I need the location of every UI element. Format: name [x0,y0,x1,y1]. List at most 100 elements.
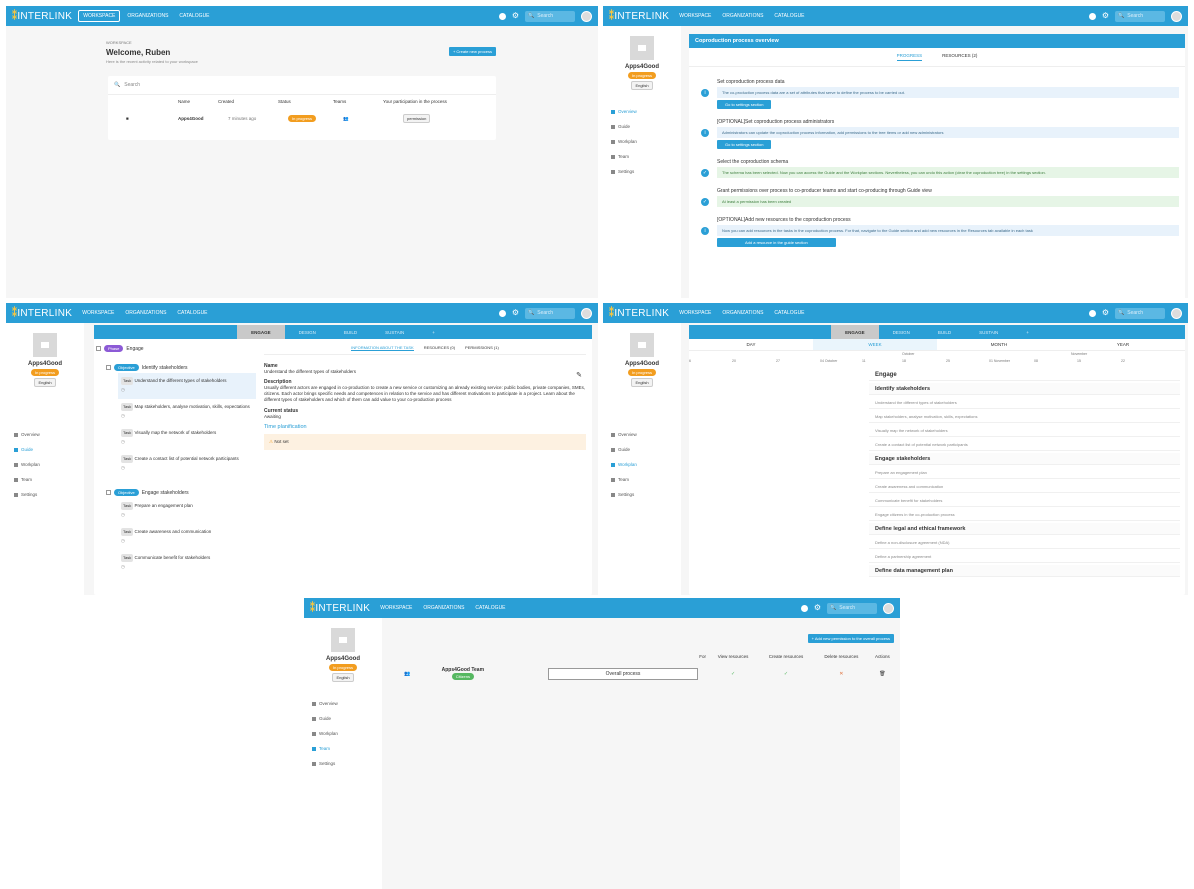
gantt-row[interactable]: Define data management plan [869,565,1180,577]
tab-progress[interactable]: PROGRESS [896,53,923,61]
sidebar-item-settings[interactable]: Settings [603,164,681,179]
nav-catalogue[interactable]: CATALOGUE [770,308,808,318]
app-logo[interactable]: ⁑INTERLINK [12,308,72,319]
nav-workspace[interactable]: WORKSPACE [376,603,416,613]
tab-add[interactable]: + [418,325,449,339]
sidebar-item-settings[interactable]: Settings [6,487,84,502]
collapse-icon[interactable] [106,490,111,495]
gantt-row[interactable]: Create awareness and communication [869,481,1180,493]
tab-design[interactable]: DESIGN [285,325,330,339]
sidebar-item-guide[interactable]: Guide [603,442,681,457]
tree-task[interactable]: Task Map stakeholders, analyse motivatio… [118,399,256,425]
sidebar-item-settings[interactable]: Settings [304,756,382,771]
collapse-icon[interactable] [106,365,111,370]
tab-design[interactable]: DESIGN [879,325,924,339]
sidebar-item-workplan[interactable]: Workplan [304,726,382,741]
sidebar-item-overview[interactable]: Overview [6,427,84,442]
search-input[interactable]: 🔍 Search [525,307,575,319]
tab-task-permissions[interactable]: PERMISSIONS (1) [465,345,499,351]
app-logo[interactable]: ⁑INTERLINK [609,11,669,22]
sidebar-item-team[interactable]: Team [603,472,681,487]
delete-icon[interactable]: 🗑 [869,663,896,684]
sidebar-item-team[interactable]: Team [6,472,84,487]
gantt-row[interactable]: Engage citizens in the co-production pro… [869,509,1180,521]
tab-task-resources[interactable]: RESOURCES (0) [424,345,455,351]
tree-task[interactable]: Task Create awareness and communication ◷ [118,524,256,550]
step-action-button[interactable]: Go to settings section [717,100,772,109]
search-input[interactable]: 🔍 Search [1115,10,1165,22]
nav-organizations[interactable]: ORGANIZATIONS [718,308,767,318]
tree-task[interactable]: Task Communicate benefit for stakeholder… [118,550,256,576]
for-field[interactable]: Overall process [548,667,698,680]
table-row[interactable]: 👥 Apps4Good Team Citizens Overall proces… [388,663,896,684]
gear-icon[interactable]: ⚙ [512,309,519,317]
step-action-button[interactable]: Go to settings section [717,140,772,149]
help-icon[interactable] [1088,309,1096,317]
nav-organizations[interactable]: ORGANIZATIONS [123,11,172,21]
tab-sustain[interactable]: SUSTAIN [965,325,1012,339]
sidebar-item-overview[interactable]: Overview [603,427,681,442]
tree-objective[interactable]: Objective Engage stakeholders [106,489,256,496]
sidebar-item-workplan[interactable]: Workplan [603,134,681,149]
create-process-button[interactable]: + Create new process [448,47,496,56]
nav-catalogue[interactable]: CATALOGUE [173,308,211,318]
gantt-row[interactable]: Visually map the network of stakeholders [869,425,1180,437]
gear-icon[interactable]: ⚙ [1102,309,1109,317]
sidebar-item-overview[interactable]: Overview [304,696,382,711]
nav-catalogue[interactable]: CATALOGUE [770,11,808,21]
gantt-row[interactable]: Create a contact list of potential netwo… [869,439,1180,451]
gear-icon[interactable]: ⚙ [814,604,821,612]
sidebar-item-team[interactable]: Team [603,149,681,164]
tree-task[interactable]: Task Prepare an engagement plan ◷ [118,498,256,524]
nav-workspace[interactable]: WORKSPACE [675,11,715,21]
table-search[interactable]: 🔍 Search [108,76,496,95]
tree-task[interactable]: Task Understand the different types of s… [118,373,256,399]
avatar[interactable] [581,10,592,22]
collapse-icon[interactable] [96,346,101,351]
sidebar-item-guide[interactable]: Guide [304,711,382,726]
help-icon[interactable] [1088,12,1096,20]
tab-add[interactable]: + [1012,325,1043,339]
scale-week[interactable]: WEEK [813,339,937,350]
step-action-button[interactable]: Add a resource in the guide section [717,238,836,247]
sidebar-item-guide[interactable]: Guide [603,119,681,134]
gear-icon[interactable]: ⚙ [1102,12,1109,20]
gantt-row[interactable]: Define legal and ethical framework [869,523,1180,535]
app-logo[interactable]: ⁑INTERLINK [609,308,669,319]
nav-catalogue[interactable]: CATALOGUE [175,11,213,21]
gantt-row[interactable]: Define a partnership agreement [869,551,1180,563]
tab-build[interactable]: BUILD [924,325,965,339]
tab-engage[interactable]: ENGAGE [237,325,285,339]
help-icon[interactable] [498,309,506,317]
tree-task[interactable]: Task Visually map the network of stakeho… [118,425,256,451]
gear-icon[interactable]: ⚙ [512,12,519,20]
tab-sustain[interactable]: SUSTAIN [371,325,418,339]
tab-build[interactable]: BUILD [330,325,371,339]
sidebar-item-settings[interactable]: Settings [603,487,681,502]
scale-year[interactable]: YEAR [1061,339,1185,350]
tree-task[interactable]: Task Create a contact list of potential … [118,451,256,477]
sidebar-item-team[interactable]: Team [304,741,382,756]
avatar[interactable] [883,602,894,614]
gantt-row[interactable]: Prepare an engagement plan [869,467,1180,479]
tab-engage[interactable]: ENGAGE [831,325,879,339]
add-permission-button[interactable]: + Add new permission to the overall proc… [807,634,894,643]
tab-resources[interactable]: RESOURCES (2) [942,53,977,61]
gantt-row[interactable]: Engage stakeholders [869,453,1180,465]
tab-task-info[interactable]: INFORMATION ABOUT THE TASK [351,345,414,351]
help-icon[interactable] [498,12,506,20]
nav-organizations[interactable]: ORGANIZATIONS [121,308,170,318]
tree-objective[interactable]: Objective Identify stakeholders [106,364,256,371]
gantt-row[interactable]: Define a non-disclosure agreement (NDA) [869,537,1180,549]
gantt-row[interactable]: Identify stakeholders [869,383,1180,395]
search-input[interactable]: 🔍 Search [827,602,877,614]
scale-month[interactable]: MONTH [937,339,1061,350]
app-logo[interactable]: ⁑INTERLINK [12,11,72,22]
help-icon[interactable] [800,604,808,612]
app-logo[interactable]: ⁑INTERLINK [310,603,370,614]
sidebar-item-workplan[interactable]: Workplan [6,457,84,472]
sidebar-item-workplan[interactable]: Workplan [603,457,681,472]
gantt-row[interactable]: Understand the different types of stakeh… [869,397,1180,409]
gantt-row[interactable]: Communicate benefit for stakeholders [869,495,1180,507]
search-input[interactable]: 🔍 Search [525,10,575,22]
